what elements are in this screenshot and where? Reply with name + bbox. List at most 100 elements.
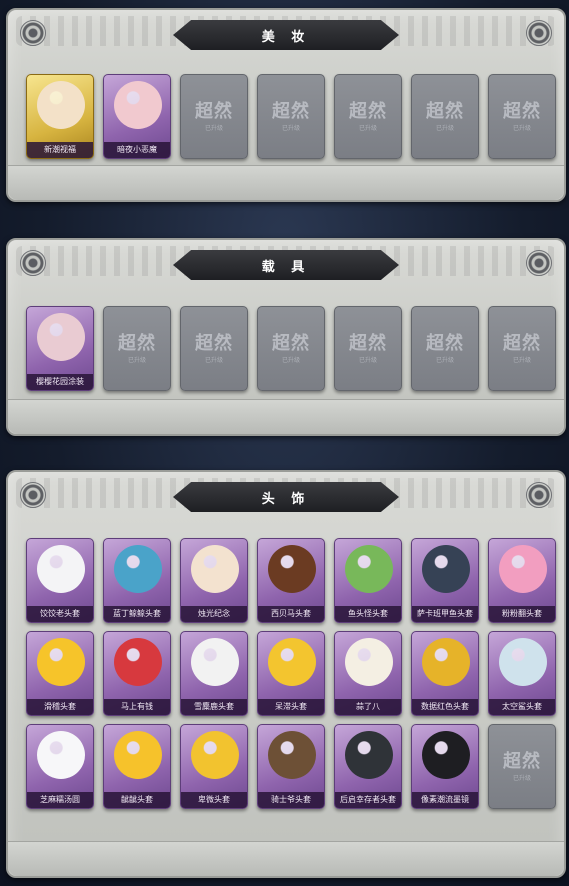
- watermark-subtext: 已升级: [204, 125, 223, 132]
- watermark-subtext: 已升级: [281, 357, 300, 364]
- item-art-icon: [268, 545, 316, 593]
- watermark-subtext: 已升级: [512, 775, 531, 782]
- item-card[interactable]: 新潮视福: [26, 74, 94, 159]
- item-label: 马上有钱: [104, 699, 170, 715]
- item-art-icon: [422, 545, 470, 593]
- item-art-icon: [37, 545, 85, 593]
- item-art-icon: [114, 81, 162, 129]
- item-label: 卑微头套: [181, 792, 247, 808]
- item-card[interactable]: 骑士爷头套: [257, 724, 325, 809]
- item-label: 鱼头怪头套: [335, 606, 401, 622]
- item-card[interactable]: 蒜了八: [334, 631, 402, 716]
- item-card[interactable]: 樱樱花园涂装: [26, 306, 94, 391]
- empty-item-slot[interactable]: 超然 已升级: [334, 74, 402, 159]
- empty-item-slot[interactable]: 超然 已升级: [488, 724, 556, 809]
- item-card[interactable]: 饺饺老头套: [26, 538, 94, 623]
- item-art-icon: [268, 731, 316, 779]
- empty-item-slot[interactable]: 超然 已升级: [488, 74, 556, 159]
- item-card[interactable]: 像素潮流墨镜: [411, 724, 479, 809]
- watermark-text: 超然 已升级: [412, 97, 478, 132]
- item-label: 饺饺老头套: [27, 606, 93, 622]
- watermark-subtext: 已升级: [204, 357, 223, 364]
- item-art-icon: [345, 731, 393, 779]
- empty-item-slot[interactable]: 超然 已升级: [334, 306, 402, 391]
- corner-ornament-icon: [526, 250, 552, 276]
- item-label: 后启幸存者头套: [335, 792, 401, 808]
- watermark-subtext: 已升级: [127, 357, 146, 364]
- item-label: 西贝马头套: [258, 606, 324, 622]
- section-panel-headwear: 头 饰 饺饺老头套 蓝丁鲸鲸头套 烛光纪念 西贝马头套 鱼头怪头套 萨卡班甲鱼头套 粉粉翻头…: [6, 470, 566, 878]
- item-art-icon: [499, 545, 547, 593]
- item-label: 滑稽头套: [27, 699, 93, 715]
- item-art-icon: [114, 545, 162, 593]
- section-title-makeup: 美 妆: [173, 20, 399, 50]
- empty-item-slot[interactable]: 超然 已升级: [488, 306, 556, 391]
- section-panel-makeup: 美 妆 新潮视福 暗夜小恶魔 超然 已升级 超然 已升级 超然 已升级 超然 已升级 超然 已升级: [6, 8, 566, 202]
- item-card[interactable]: 数据红色头套: [411, 631, 479, 716]
- panel-ledge: [8, 841, 564, 876]
- item-label: 龇龇头套: [104, 792, 170, 808]
- item-card[interactable]: 呆滞头套: [257, 631, 325, 716]
- item-art-icon: [37, 731, 85, 779]
- item-art-icon: [268, 638, 316, 686]
- item-card[interactable]: 烛光纪念: [180, 538, 248, 623]
- item-label: 像素潮流墨镜: [412, 792, 478, 808]
- watermark-subtext: 已升级: [435, 357, 454, 364]
- item-label: 蒜了八: [335, 699, 401, 715]
- empty-item-slot[interactable]: 超然 已升级: [103, 306, 171, 391]
- item-art-icon: [191, 545, 239, 593]
- item-art-icon: [345, 545, 393, 593]
- watermark-text: 超然 已升级: [489, 97, 555, 132]
- watermark-subtext: 已升级: [281, 125, 300, 132]
- item-card[interactable]: 鱼头怪头套: [334, 538, 402, 623]
- item-card[interactable]: 粉粉翻头套: [488, 538, 556, 623]
- empty-item-slot[interactable]: 超然 已升级: [411, 306, 479, 391]
- corner-ornament-icon: [526, 482, 552, 508]
- item-card[interactable]: 滑稽头套: [26, 631, 94, 716]
- item-card[interactable]: 太空鲨头套: [488, 631, 556, 716]
- item-card[interactable]: 芝麻糯汤圆: [26, 724, 94, 809]
- item-card[interactable]: 卑微头套: [180, 724, 248, 809]
- item-label: 樱樱花园涂装: [27, 374, 93, 390]
- item-card[interactable]: 蓝丁鲸鲸头套: [103, 538, 171, 623]
- empty-item-slot[interactable]: 超然 已升级: [180, 306, 248, 391]
- item-label: 新潮视福: [27, 142, 93, 158]
- empty-item-slot[interactable]: 超然 已升级: [180, 74, 248, 159]
- item-label: 暗夜小恶魔: [104, 142, 170, 158]
- watermark-text: 超然 已升级: [489, 747, 555, 782]
- empty-item-slot[interactable]: 超然 已升级: [257, 74, 325, 159]
- empty-item-slot[interactable]: 超然 已升级: [411, 74, 479, 159]
- watermark-subtext: 已升级: [358, 357, 377, 364]
- watermark-text: 超然 已升级: [489, 329, 555, 364]
- item-art-icon: [345, 638, 393, 686]
- item-art-icon: [37, 81, 85, 129]
- item-label: 萨卡班甲鱼头套: [412, 606, 478, 622]
- item-card[interactable]: 后启幸存者头套: [334, 724, 402, 809]
- watermark-text: 超然 已升级: [181, 329, 247, 364]
- section-title-vehicle: 载 具: [173, 250, 399, 280]
- watermark-text: 超然 已升级: [335, 329, 401, 364]
- item-card[interactable]: 雪麋鹿头套: [180, 631, 248, 716]
- section-panel-vehicle: 载 具 樱樱花园涂装 超然 已升级 超然 已升级 超然 已升级 超然 已升级 超然 已升级 超然 已升级: [6, 238, 566, 436]
- corner-ornament-icon: [20, 20, 46, 46]
- item-card[interactable]: 西贝马头套: [257, 538, 325, 623]
- item-label: 雪麋鹿头套: [181, 699, 247, 715]
- item-label: 粉粉翻头套: [489, 606, 555, 622]
- watermark-text: 超然 已升级: [181, 97, 247, 132]
- item-label: 烛光纪念: [181, 606, 247, 622]
- item-label: 太空鲨头套: [489, 699, 555, 715]
- item-card[interactable]: 萨卡班甲鱼头套: [411, 538, 479, 623]
- item-label: 骑士爷头套: [258, 792, 324, 808]
- corner-ornament-icon: [20, 482, 46, 508]
- item-art-icon: [499, 638, 547, 686]
- item-grid-makeup: 新潮视福 暗夜小恶魔 超然 已升级 超然 已升级 超然 已升级 超然 已升级 超然 已升级: [26, 74, 556, 159]
- item-card[interactable]: 马上有钱: [103, 631, 171, 716]
- item-art-icon: [114, 638, 162, 686]
- item-card[interactable]: 暗夜小恶魔: [103, 74, 171, 159]
- item-art-icon: [191, 731, 239, 779]
- panel-ledge: [8, 399, 564, 434]
- item-card[interactable]: 龇龇头套: [103, 724, 171, 809]
- watermark-text: 超然 已升级: [258, 97, 324, 132]
- item-art-icon: [422, 638, 470, 686]
- empty-item-slot[interactable]: 超然 已升级: [257, 306, 325, 391]
